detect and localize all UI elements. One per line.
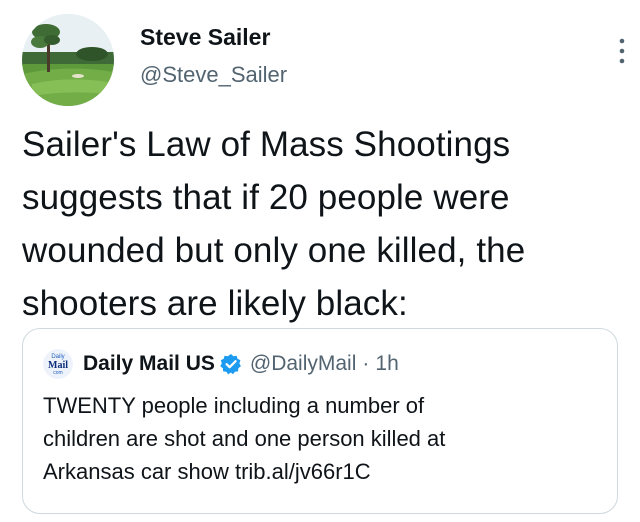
author-info: Steve Sailer @Steve_Sailer: [140, 22, 287, 90]
quoted-handle[interactable]: @DailyMail: [250, 352, 357, 376]
author-handle[interactable]: @Steve_Sailer: [140, 60, 287, 90]
golf-course-avatar-icon: [22, 14, 114, 106]
tweet-card: Steve Sailer @Steve_Sailer Sailer's Law …: [0, 0, 640, 522]
author-avatar[interactable]: [22, 14, 114, 106]
quoted-timestamp[interactable]: 1h: [375, 352, 398, 376]
tweet-header: Steve Sailer @Steve_Sailer: [22, 14, 625, 106]
quoted-tweet-text: TWENTY people including a number of chil…: [43, 393, 446, 484]
quoted-display-name[interactable]: Daily Mail US: [83, 352, 215, 376]
quoted-tweet[interactable]: Daily Mail com Daily Mail US @DailyMail …: [22, 328, 618, 514]
verified-badge-icon: [220, 353, 242, 375]
more-vertical-icon[interactable]: [612, 36, 632, 66]
quoted-tweet-header: Daily Mail com Daily Mail US @DailyMail …: [43, 349, 399, 379]
tweet-text: Sailer's Law of Mass Shootings suggests …: [22, 125, 526, 323]
separator-dot: ·: [362, 352, 370, 375]
daily-mail-avatar[interactable]: Daily Mail com: [43, 349, 73, 379]
author-display-name[interactable]: Steve Sailer: [140, 22, 287, 52]
svg-text:com: com: [53, 370, 62, 376]
